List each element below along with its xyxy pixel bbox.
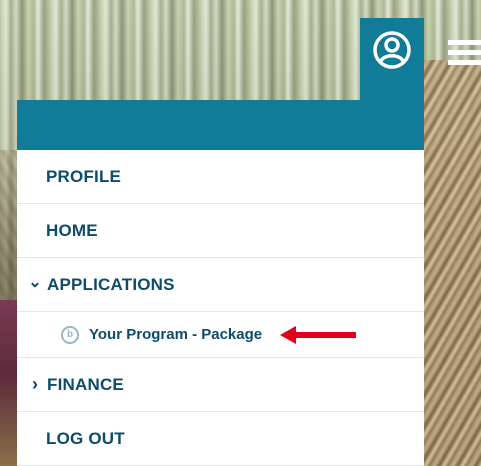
menu-item-finance-label: FINANCE <box>47 374 124 394</box>
menu-item-home[interactable]: HOME <box>17 204 424 258</box>
menu-item-applications-label: APPLICATIONS <box>47 274 175 294</box>
menu-subitem-your-program-package[interactable]: b Your Program - Package <box>17 312 424 358</box>
menu-item-profile[interactable]: PROFILE <box>17 150 424 204</box>
hamburger-menu-icon[interactable] <box>448 40 481 68</box>
menu-header <box>17 100 424 150</box>
background-photo-right <box>424 60 481 466</box>
background-photo-left <box>0 300 18 466</box>
chevron-down-icon: ⌄ <box>28 273 42 291</box>
chevron-right-icon: › <box>32 374 38 394</box>
menu-item-applications[interactable]: ⌄ APPLICATIONS <box>17 258 424 312</box>
menu-item-log-out[interactable]: LOG OUT <box>17 412 424 466</box>
annotation-arrow-icon <box>280 326 356 344</box>
menu-subitem-label: Your Program - Package <box>89 326 263 343</box>
menu-item-log-out-label: LOG OUT <box>46 428 125 448</box>
user-circle-icon <box>373 31 411 69</box>
user-account-button[interactable] <box>360 18 424 100</box>
menu-item-finance[interactable]: › FINANCE <box>17 358 424 412</box>
navigation-menu: PROFILE HOME ⌄ APPLICATIONS b Your Progr… <box>17 150 424 466</box>
program-icon: b <box>61 325 79 344</box>
menu-item-profile-label: PROFILE <box>46 166 122 186</box>
menu-item-home-label: HOME <box>46 220 98 240</box>
